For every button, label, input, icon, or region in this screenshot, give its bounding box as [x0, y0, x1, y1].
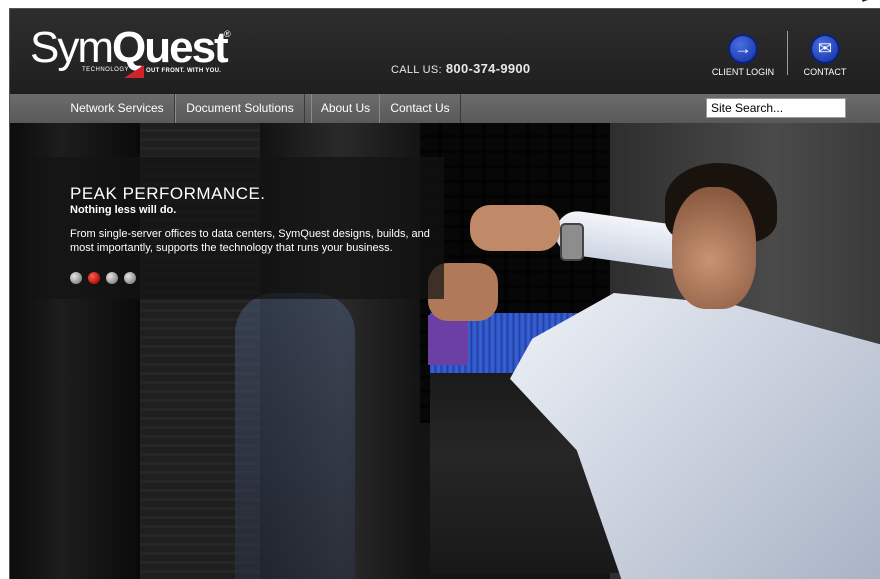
client-login-label: CLIENT LOGIN: [711, 67, 775, 77]
logo-wordmark: SymQuest: [30, 23, 229, 72]
slide-dot-4[interactable]: [124, 272, 136, 284]
nav-about-us[interactable]: About Us: [311, 94, 380, 123]
contact-label: CONTACT: [803, 67, 847, 77]
call-us: CALL US: 800-374-9900: [391, 61, 530, 76]
glass-reflection: [235, 293, 355, 579]
slide-dot-3[interactable]: [106, 272, 118, 284]
technician-hand-upper: [470, 205, 560, 251]
nav-contact-us[interactable]: Contact Us: [379, 94, 461, 123]
nav-document-solutions[interactable]: Document Solutions: [175, 94, 305, 123]
registered-mark: ®: [224, 29, 231, 39]
hero-subtitle: Nothing less will do.: [70, 204, 177, 216]
symquest-logo[interactable]: SymQuest ® TECHNOLOGY OUT FRONT. WITH YO…: [30, 23, 240, 83]
logo-technology-label: TECHNOLOGY: [82, 67, 130, 73]
slide-pagination: [70, 271, 142, 285]
hero-caption: PEAK PERFORMANCE. Nothing less will do. …: [28, 157, 444, 299]
hero-title: PEAK PERFORMANCE.: [70, 184, 266, 203]
site-search-input[interactable]: [706, 98, 846, 118]
technician-head: [672, 187, 756, 309]
site-header: SymQuest ® TECHNOLOGY OUT FRONT. WITH YO…: [10, 9, 880, 94]
browser-viewport: SymQuest ® TECHNOLOGY OUT FRONT. WITH YO…: [9, 8, 880, 579]
client-login-link[interactable]: → CLIENT LOGIN: [705, 34, 781, 77]
hero-body: From single-server offices to data cente…: [70, 228, 430, 254]
envelope-icon: ✉: [810, 34, 840, 64]
slide-dot-2[interactable]: [88, 272, 100, 284]
call-us-label: CALL US:: [391, 64, 442, 76]
slide-dot-1[interactable]: [70, 272, 82, 284]
contact-link[interactable]: ✉ CONTACT: [796, 34, 854, 77]
phone-number[interactable]: 800-374-9900: [446, 61, 531, 76]
patch-panel: [428, 315, 468, 365]
logo-tagline: OUT FRONT. WITH YOU.: [146, 68, 222, 74]
header-divider: [787, 31, 788, 75]
main-nav: Network Services Document Solutions Abou…: [10, 94, 880, 123]
arrow-right-icon: →: [728, 34, 758, 64]
nav-network-services[interactable]: Network Services: [60, 94, 175, 123]
hero-banner: PEAK PERFORMANCE. Nothing less will do. …: [10, 123, 880, 579]
wristwatch: [560, 223, 584, 261]
